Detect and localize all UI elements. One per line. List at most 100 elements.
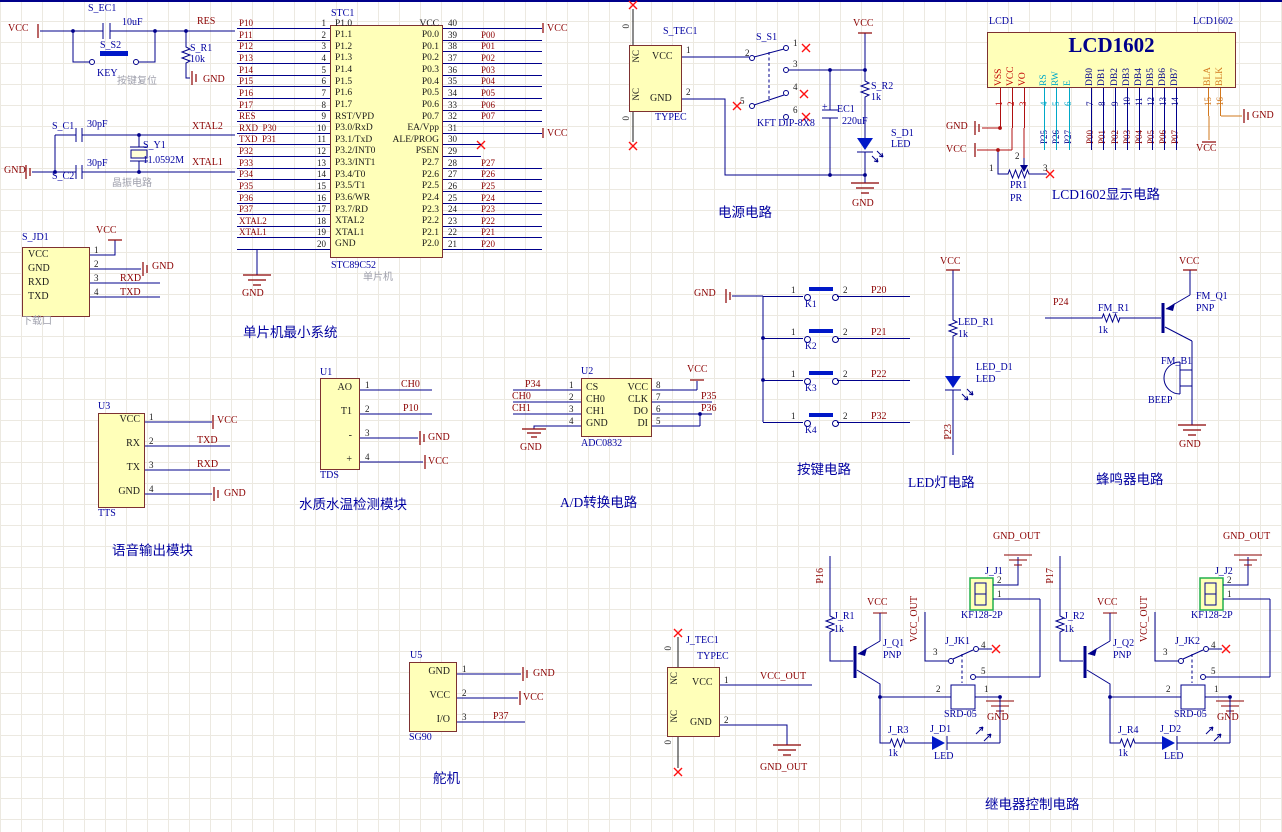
pin-num: 1	[1214, 684, 1219, 694]
pin-net: P37	[239, 204, 254, 215]
pin-net: XTAL1	[239, 227, 267, 238]
relay-contact-ref: J_JK2	[1175, 636, 1201, 647]
pin-name: NC	[669, 710, 679, 723]
cap-ref: S_EC1	[88, 3, 117, 14]
lcd-pin: RS 4 P25	[1039, 60, 1051, 152]
button-cap	[809, 329, 833, 333]
pin-num: 7	[656, 392, 661, 402]
net-gnd: GND	[1252, 110, 1274, 121]
pin-num: 14	[317, 169, 326, 180]
pin-name: +	[346, 454, 352, 465]
pin-net: P32	[239, 146, 254, 156]
lcd-pin: VCC 2	[1006, 60, 1018, 152]
voice-caption: 语音输出模块	[112, 543, 193, 558]
ledd-ref: LED_D1	[976, 362, 1013, 373]
pin-num: 3	[1018, 101, 1029, 107]
net-gnd: GND	[4, 165, 26, 176]
pin-num: 23	[448, 215, 457, 226]
lcd-pin: DB6 13 P06	[1158, 60, 1170, 152]
pin-num: 16	[1214, 97, 1225, 106]
pin-num: 5	[321, 64, 327, 75]
mcu-ref: STC1	[331, 8, 355, 19]
pin-num: 2	[843, 285, 848, 295]
sw-pin: 1	[793, 38, 798, 48]
pin-net: P23	[481, 204, 496, 215]
key-ref: K4	[805, 426, 817, 436]
pin-num: 5	[981, 666, 986, 676]
pin-net: P02	[481, 53, 496, 63]
push-button-row[interactable]: 1 2 K1 P20	[763, 276, 913, 318]
pin-name: BLK	[1214, 67, 1225, 86]
buzzer-caption: 蜂鸣器电路	[1096, 472, 1164, 487]
relay-q-ref: J_Q2	[1113, 638, 1135, 649]
pin-num: 9	[321, 111, 327, 122]
fmb-value: BEEP	[1148, 395, 1173, 406]
relay-input-net: P16	[815, 568, 826, 584]
pin-name: P0.7	[421, 111, 439, 122]
adc-caption: A/D转换电路	[560, 495, 638, 510]
stec1-ref: S_TEC1	[663, 26, 698, 37]
relay-unit[interactable]: P16 J_R1 1k VCC J_Q1 PNP VCC_OUT J_JK1 3…	[810, 530, 1055, 815]
pin-num: 12	[1146, 97, 1157, 106]
mcu-pin-row: 36 P03	[443, 64, 542, 76]
relay-coil-part: SRD-05	[1174, 709, 1207, 720]
mcu-pin-row: 22 P21	[443, 227, 542, 239]
pin-num: 0	[663, 646, 673, 651]
pin-name: PSEN	[415, 146, 439, 157]
pin-num: 3	[462, 712, 467, 722]
pin-net: P02	[1109, 129, 1120, 144]
tds-caption: 水质水温检测模块	[299, 497, 407, 512]
pin-num: 25	[448, 192, 457, 203]
pin-net: P26	[481, 169, 496, 180]
pin-name: VCC	[692, 677, 713, 688]
pin-num: 2	[997, 575, 1002, 585]
lcd-data-pins: DB0 7 P00 DB1 8 P01 DB2 9 P02 DB3 10 P03…	[1085, 60, 1183, 152]
pin-num: 4	[1211, 640, 1216, 650]
crystal-ref: S_Y1	[143, 140, 166, 151]
pin-num: 20	[317, 239, 326, 249]
pin-num: 34	[448, 87, 457, 98]
pin-name: P2.5	[421, 181, 439, 192]
pin-num: 11	[1133, 97, 1144, 106]
pin-num: 4	[981, 640, 986, 650]
key-ref: K2	[805, 342, 817, 352]
pin-name: RW	[1050, 71, 1061, 86]
pin-num: 22	[448, 227, 457, 238]
pin-num: 8	[1097, 101, 1108, 107]
stec1-type: TYPEC	[655, 112, 687, 123]
mcu-pin-row: P34 14	[237, 169, 330, 181]
mcu-pin-row: P35 15	[237, 180, 330, 192]
pin-num: 36	[448, 64, 457, 75]
ec1-ref: EC1	[837, 104, 855, 115]
pin-num: 38	[448, 41, 457, 52]
push-button-row[interactable]: 1 2 K4 P32	[763, 402, 913, 444]
pin-net: P24	[481, 192, 496, 203]
pin-name: -	[348, 430, 352, 441]
net-gnd: GND	[520, 442, 542, 453]
pin-name: DB7	[1170, 68, 1181, 86]
pin-net: P27	[481, 157, 496, 168]
net-vcc-out: VCC_OUT	[760, 671, 807, 682]
reset-note: 按键复位	[117, 76, 157, 87]
mcu-left-pin-rows: P10 1 P11 2 P12 3 P13 4 P14 5 P15 6 P16 …	[237, 18, 330, 251]
pin-name: P2.4	[421, 192, 439, 203]
lcd-caption: LCD1602显示电路	[1052, 187, 1160, 202]
pin-net: P03	[481, 64, 496, 75]
push-button-row[interactable]: 1 2 K2 P21	[763, 318, 913, 360]
pin-name: CLK	[628, 394, 648, 405]
mcu-pin-row: XTAL2 18	[237, 215, 330, 227]
mcu-pin-row: 39 P00	[443, 29, 542, 41]
relay-unit[interactable]: P17 J_R2 1k VCC J_Q2 PNP VCC_OUT J_JK2 3…	[1040, 530, 1282, 815]
net-vcc: VCC	[1179, 256, 1200, 267]
pin-num: 6	[321, 76, 327, 87]
lcd-pin: RW 5 P26	[1051, 60, 1063, 152]
net-ch0: CH0	[512, 391, 531, 402]
button-cap	[809, 371, 833, 375]
mcu-pin-row: RXD P30 10	[237, 122, 330, 134]
c1-ref: S_C1	[52, 121, 75, 132]
pin-net: P01	[481, 41, 496, 52]
relay-input-net: P17	[1045, 568, 1056, 584]
push-button-row[interactable]: 1 2 K3 P22	[763, 360, 913, 402]
pin-num: 27	[448, 169, 457, 180]
fmq-ref: FM_Q1	[1196, 291, 1228, 302]
